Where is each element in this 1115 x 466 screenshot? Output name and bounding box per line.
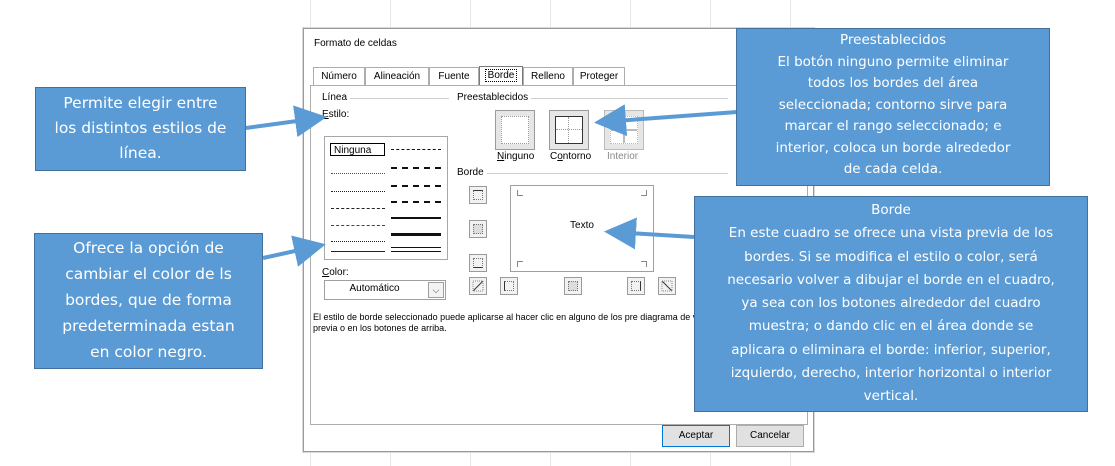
arrow-color bbox=[262, 235, 326, 267]
callout-estilo: Permite elegir entre los distintos estil… bbox=[35, 87, 246, 171]
arrow-estilo bbox=[245, 105, 327, 138]
callout-color: Ofrece la opción de cambiar el color de … bbox=[34, 233, 263, 369]
callout-preestablecidos: Preestablecidos El botón ninguno permite… bbox=[736, 28, 1050, 186]
callout-borde: Borde En este cuadro se ofrece una vista… bbox=[694, 196, 1088, 412]
arrow-borde bbox=[604, 217, 695, 250]
arrow-preestablecidos bbox=[594, 104, 738, 137]
